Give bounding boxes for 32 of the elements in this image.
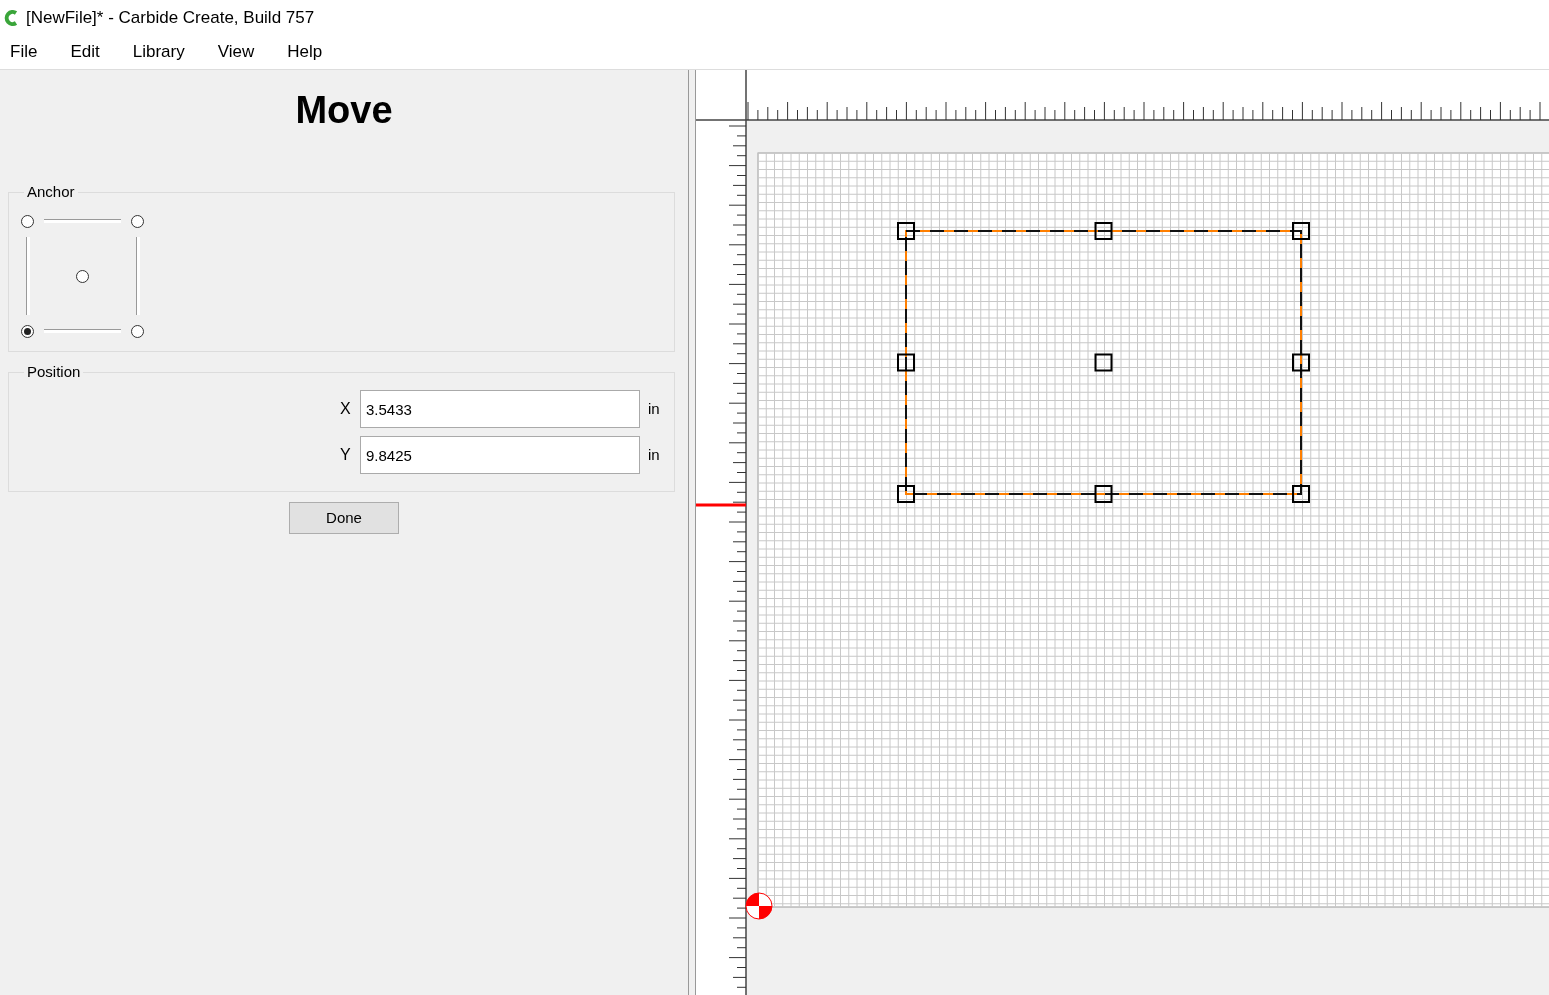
- selection-handle[interactable]: [1292, 485, 1310, 503]
- done-button[interactable]: Done: [289, 502, 399, 534]
- selection-handle[interactable]: [1292, 353, 1310, 372]
- menu-item[interactable]: Edit: [70, 39, 100, 65]
- selection-handle[interactable]: [897, 222, 915, 240]
- unit-label: in: [648, 444, 660, 465]
- selection-handle[interactable]: [1094, 222, 1113, 240]
- selection-handle[interactable]: [897, 353, 915, 372]
- radio-button[interactable]: [21, 215, 34, 228]
- menu-item[interactable]: View: [217, 39, 255, 65]
- app-logo-icon: [4, 9, 18, 26]
- menu-item[interactable]: Help: [287, 39, 323, 65]
- selection-handle[interactable]: [1292, 222, 1310, 240]
- input-field[interactable]: 3.5433: [360, 390, 640, 428]
- selected-rectangle[interactable]: [905, 230, 1302, 495]
- field-label: X: [340, 399, 352, 419]
- menu-item[interactable]: Library: [132, 39, 185, 65]
- position-indicator-line: [696, 503, 746, 507]
- unit-label: in: [648, 398, 660, 419]
- window-title: [NewFile]* - Carbide Create, Build 757: [26, 6, 315, 29]
- radio-button[interactable]: [76, 270, 89, 283]
- origin-marker-icon: [745, 892, 773, 920]
- field-label: Y: [340, 445, 352, 465]
- selection-handle[interactable]: [897, 485, 915, 503]
- input-field[interactable]: 9.8425: [360, 436, 640, 474]
- radio-button[interactable]: [21, 325, 34, 338]
- menu-item[interactable]: File: [10, 39, 38, 65]
- radio-button[interactable]: [131, 325, 144, 338]
- panel-title: Move: [295, 87, 393, 133]
- radio-button[interactable]: [131, 215, 144, 228]
- selection-handle[interactable]: [1094, 353, 1113, 372]
- selection-handle[interactable]: [1094, 485, 1113, 503]
